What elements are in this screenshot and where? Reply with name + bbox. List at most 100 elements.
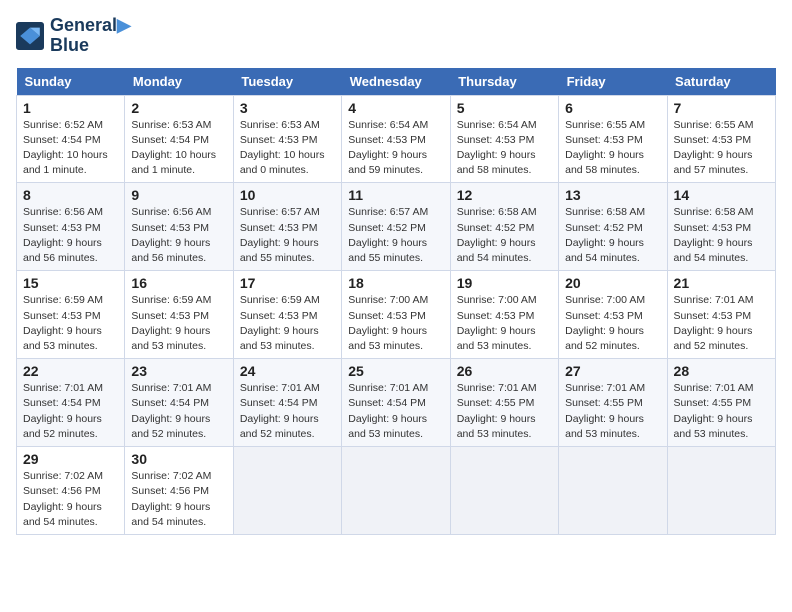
calendar-cell: 17Sunrise: 6:59 AMSunset: 4:53 PMDayligh… [233, 271, 341, 359]
calendar-cell: 3 Sunrise: 6:53 AMSunset: 4:53 PMDaylight… [233, 95, 341, 183]
calendar-header-thursday: Thursday [450, 68, 558, 96]
calendar-cell [342, 447, 450, 535]
day-number: 1 [23, 100, 118, 116]
day-info: Sunrise: 6:59 AMSunset: 4:53 PMDaylight:… [240, 293, 335, 354]
day-number: 26 [457, 363, 552, 379]
day-info: Sunrise: 7:01 AMSunset: 4:54 PMDaylight:… [348, 381, 443, 442]
calendar-cell: 8Sunrise: 6:56 AMSunset: 4:53 PMDaylight… [17, 183, 125, 271]
logo-icon [16, 22, 44, 50]
day-info: Sunrise: 6:55 AMSunset: 4:53 PMDaylight:… [565, 118, 660, 179]
day-number: 7 [674, 100, 769, 116]
calendar-cell: 9 Sunrise: 6:56 AMSunset: 4:53 PMDaylight… [125, 183, 233, 271]
calendar-cell: 28Sunrise: 7:01 AMSunset: 4:55 PMDayligh… [667, 359, 775, 447]
calendar-cell: 2 Sunrise: 6:53 AMSunset: 4:54 PMDaylight… [125, 95, 233, 183]
page-header: General▶ Blue [16, 16, 776, 56]
calendar-week-row: 8Sunrise: 6:56 AMSunset: 4:53 PMDaylight… [17, 183, 776, 271]
day-number: 29 [23, 451, 118, 467]
calendar-cell: 14 Sunrise: 6:58 AMSunset: 4:53 PMDayligh… [667, 183, 775, 271]
day-number: 13 [565, 187, 660, 203]
calendar-cell: 24Sunrise: 7:01 AMSunset: 4:54 PMDayligh… [233, 359, 341, 447]
calendar-header-tuesday: Tuesday [233, 68, 341, 96]
day-number: 18 [348, 275, 443, 291]
day-number: 14 [674, 187, 769, 203]
day-info: Sunrise: 6:56 AMSunset: 4:53 PMDaylight:… [131, 205, 226, 266]
day-number: 12 [457, 187, 552, 203]
calendar-cell [559, 447, 667, 535]
calendar-cell: 15Sunrise: 6:59 AMSunset: 4:53 PMDayligh… [17, 271, 125, 359]
day-number: 19 [457, 275, 552, 291]
day-info: Sunrise: 6:58 AMSunset: 4:52 PMDaylight:… [565, 205, 660, 266]
day-number: 2 [131, 100, 226, 116]
day-info: Sunrise: 6:55 AMSunset: 4:53 PMDaylight:… [674, 118, 769, 179]
calendar-cell: 18 Sunrise: 7:00 AMSunset: 4:53 PMDayligh… [342, 271, 450, 359]
day-info: Sunrise: 6:58 AMSunset: 4:52 PMDaylight:… [457, 205, 552, 266]
day-number: 23 [131, 363, 226, 379]
calendar-week-row: 1 Sunrise: 6:52 AMSunset: 4:54 PMDaylight… [17, 95, 776, 183]
calendar-cell: 29 Sunrise: 7:02 AMSunset: 4:56 PMDayligh… [17, 447, 125, 535]
day-number: 10 [240, 187, 335, 203]
calendar-cell: 23Sunrise: 7:01 AMSunset: 4:54 PMDayligh… [125, 359, 233, 447]
day-number: 5 [457, 100, 552, 116]
calendar-cell: 12 Sunrise: 6:58 AMSunset: 4:52 PMDayligh… [450, 183, 558, 271]
day-number: 4 [348, 100, 443, 116]
calendar-cell: 10 Sunrise: 6:57 AMSunset: 4:53 PMDayligh… [233, 183, 341, 271]
day-info: Sunrise: 6:57 AMSunset: 4:52 PMDaylight:… [348, 205, 443, 266]
calendar-cell: 6 Sunrise: 6:55 AMSunset: 4:53 PMDaylight… [559, 95, 667, 183]
calendar-cell: 19 Sunrise: 7:00 AMSunset: 4:53 PMDayligh… [450, 271, 558, 359]
calendar-cell: 30 Sunrise: 7:02 AMSunset: 4:56 PMDayligh… [125, 447, 233, 535]
calendar-cell: 7 Sunrise: 6:55 AMSunset: 4:53 PMDaylight… [667, 95, 775, 183]
calendar-cell: 25 Sunrise: 7:01 AMSunset: 4:54 PMDayligh… [342, 359, 450, 447]
day-info: Sunrise: 7:02 AMSunset: 4:56 PMDaylight:… [23, 469, 118, 530]
calendar-body: 1 Sunrise: 6:52 AMSunset: 4:54 PMDaylight… [17, 95, 776, 534]
calendar-cell: 26 Sunrise: 7:01 AMSunset: 4:55 PMDayligh… [450, 359, 558, 447]
day-info: Sunrise: 6:52 AMSunset: 4:54 PMDaylight:… [23, 118, 118, 179]
day-info: Sunrise: 6:54 AMSunset: 4:53 PMDaylight:… [457, 118, 552, 179]
day-info: Sunrise: 6:57 AMSunset: 4:53 PMDaylight:… [240, 205, 335, 266]
day-number: 3 [240, 100, 335, 116]
day-number: 22 [23, 363, 118, 379]
calendar-cell: 11 Sunrise: 6:57 AMSunset: 4:52 PMDayligh… [342, 183, 450, 271]
day-info: Sunrise: 6:53 AMSunset: 4:54 PMDaylight:… [131, 118, 226, 179]
day-number: 16 [131, 275, 226, 291]
calendar-header-monday: Monday [125, 68, 233, 96]
day-number: 9 [131, 187, 226, 203]
calendar-cell: 13 Sunrise: 6:58 AMSunset: 4:52 PMDayligh… [559, 183, 667, 271]
day-info: Sunrise: 6:59 AMSunset: 4:53 PMDaylight:… [23, 293, 118, 354]
calendar-cell: 1 Sunrise: 6:52 AMSunset: 4:54 PMDaylight… [17, 95, 125, 183]
day-info: Sunrise: 7:01 AMSunset: 4:55 PMDaylight:… [565, 381, 660, 442]
calendar-header-friday: Friday [559, 68, 667, 96]
day-info: Sunrise: 6:59 AMSunset: 4:53 PMDaylight:… [131, 293, 226, 354]
day-number: 28 [674, 363, 769, 379]
day-number: 30 [131, 451, 226, 467]
calendar-cell: 21 Sunrise: 7:01 AMSunset: 4:53 PMDayligh… [667, 271, 775, 359]
calendar-cell [450, 447, 558, 535]
day-info: Sunrise: 6:53 AMSunset: 4:53 PMDaylight:… [240, 118, 335, 179]
calendar-cell: 27Sunrise: 7:01 AMSunset: 4:55 PMDayligh… [559, 359, 667, 447]
calendar-cell: 22 Sunrise: 7:01 AMSunset: 4:54 PMDayligh… [17, 359, 125, 447]
day-info: Sunrise: 7:01 AMSunset: 4:53 PMDaylight:… [674, 293, 769, 354]
day-info: Sunrise: 7:00 AMSunset: 4:53 PMDaylight:… [348, 293, 443, 354]
calendar-cell: 16 Sunrise: 6:59 AMSunset: 4:53 PMDayligh… [125, 271, 233, 359]
calendar-cell: 4 Sunrise: 6:54 AMSunset: 4:53 PMDaylight… [342, 95, 450, 183]
calendar-header-wednesday: Wednesday [342, 68, 450, 96]
calendar-header-row: SundayMondayTuesdayWednesdayThursdayFrid… [17, 68, 776, 96]
day-number: 6 [565, 100, 660, 116]
day-number: 24 [240, 363, 335, 379]
day-info: Sunrise: 7:01 AMSunset: 4:54 PMDaylight:… [23, 381, 118, 442]
day-info: Sunrise: 7:02 AMSunset: 4:56 PMDaylight:… [131, 469, 226, 530]
day-info: Sunrise: 6:54 AMSunset: 4:53 PMDaylight:… [348, 118, 443, 179]
day-info: Sunrise: 7:00 AMSunset: 4:53 PMDaylight:… [457, 293, 552, 354]
calendar-cell: 20Sunrise: 7:00 AMSunset: 4:53 PMDayligh… [559, 271, 667, 359]
calendar-table: SundayMondayTuesdayWednesdayThursdayFrid… [16, 68, 776, 535]
day-info: Sunrise: 6:58 AMSunset: 4:53 PMDaylight:… [674, 205, 769, 266]
calendar-week-row: 29 Sunrise: 7:02 AMSunset: 4:56 PMDayligh… [17, 447, 776, 535]
calendar-cell: 5 Sunrise: 6:54 AMSunset: 4:53 PMDaylight… [450, 95, 558, 183]
day-info: Sunrise: 7:00 AMSunset: 4:53 PMDaylight:… [565, 293, 660, 354]
day-number: 25 [348, 363, 443, 379]
day-number: 21 [674, 275, 769, 291]
day-number: 11 [348, 187, 443, 203]
day-info: Sunrise: 7:01 AMSunset: 4:55 PMDaylight:… [457, 381, 552, 442]
day-info: Sunrise: 6:56 AMSunset: 4:53 PMDaylight:… [23, 205, 118, 266]
calendar-week-row: 22 Sunrise: 7:01 AMSunset: 4:54 PMDayligh… [17, 359, 776, 447]
calendar-cell [667, 447, 775, 535]
